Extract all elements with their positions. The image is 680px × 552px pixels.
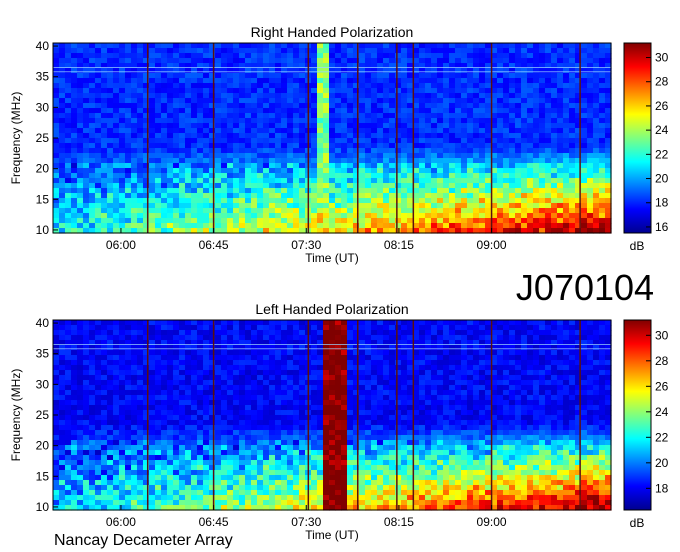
x-tick-label: 08:15 (384, 238, 414, 252)
colorbar-tick-label: 26 (655, 379, 669, 393)
colorbar-tick-label: 24 (655, 405, 669, 419)
x-tick-label: 06:00 (106, 515, 136, 529)
spectrogram-image (53, 320, 612, 511)
colorbar-tick-label: 28 (655, 354, 669, 368)
figure: Right Handed Polarization 10 15 20 25 30 35 40… (9, 24, 669, 549)
colorbar-tick-label: 20 (655, 456, 669, 470)
y-tick-label: 25 (36, 131, 50, 145)
x-tick-label: 06:45 (199, 515, 229, 529)
y-tick-label: 40 (36, 39, 50, 53)
chart-title: Right Handed Polarization (251, 24, 414, 40)
y-tick-label: 20 (36, 162, 50, 176)
colorbar-tick-label: 26 (655, 99, 669, 113)
x-axis-label: Time (UT) (305, 528, 359, 542)
y-tick-label: 40 (36, 316, 50, 330)
y-tick-label: 10 (36, 223, 50, 237)
colorbar-tick-label: 18 (655, 196, 669, 210)
colorbar-tick-label: 22 (655, 430, 669, 444)
colorbar-tick-label: 16 (655, 220, 669, 234)
colorbar-label: dB (630, 239, 645, 253)
x-tick-label: 07:30 (291, 515, 321, 529)
y-tick-label: 35 (36, 347, 50, 361)
y-tick-label: 30 (36, 377, 50, 391)
x-tick-label: 09:00 (477, 238, 507, 252)
y-tick-label: 15 (36, 469, 50, 483)
colorbar-tick-label: 24 (655, 123, 669, 137)
y-tick-label: 15 (36, 192, 50, 206)
event-id: J070104 (516, 267, 654, 308)
colorbar-tick-label: 28 (655, 75, 669, 89)
left-polarization-panel: Left Handed Polarization 10152025303540 … (9, 301, 669, 542)
colorbar-tick-label: 18 (655, 481, 669, 495)
colorbar-tick-label: 20 (655, 172, 669, 186)
spectrogram-image (53, 43, 612, 234)
colorbar-tick-label: 30 (655, 328, 669, 342)
y-tick-label: 20 (36, 439, 50, 453)
x-tick-label: 07:30 (291, 238, 321, 252)
colorbar: 18 20 22 24 26 28 30 dB (623, 319, 669, 530)
x-tick-label: 08:15 (384, 515, 414, 529)
x-tick-label: 06:45 (199, 238, 229, 252)
y-tick-label: 30 (36, 100, 50, 114)
colorbar-tick-label: 30 (655, 51, 669, 65)
colorbar-label: dB (630, 516, 645, 530)
y-axis-label: Frequency (MHz) (9, 369, 23, 462)
x-axis-label: Time (UT) (305, 251, 359, 265)
chart-title: Left Handed Polarization (255, 301, 408, 317)
y-tick-label: 25 (36, 408, 50, 422)
right-polarization-panel: Right Handed Polarization 10 15 20 25 30 35 40… (9, 24, 669, 265)
y-axis-label: Frequency (MHz) (9, 92, 23, 185)
colorbar: 16 18 20 22 24 26 28 30 dB (623, 42, 669, 253)
y-tick-label: 10 (36, 500, 50, 514)
instrument-label: Nancay Decameter Array (54, 532, 233, 549)
x-tick-label: 09:00 (477, 515, 507, 529)
colorbar-tick-label: 22 (655, 147, 669, 161)
x-tick-label: 06:00 (106, 238, 136, 252)
y-tick-label: 35 (36, 70, 50, 84)
